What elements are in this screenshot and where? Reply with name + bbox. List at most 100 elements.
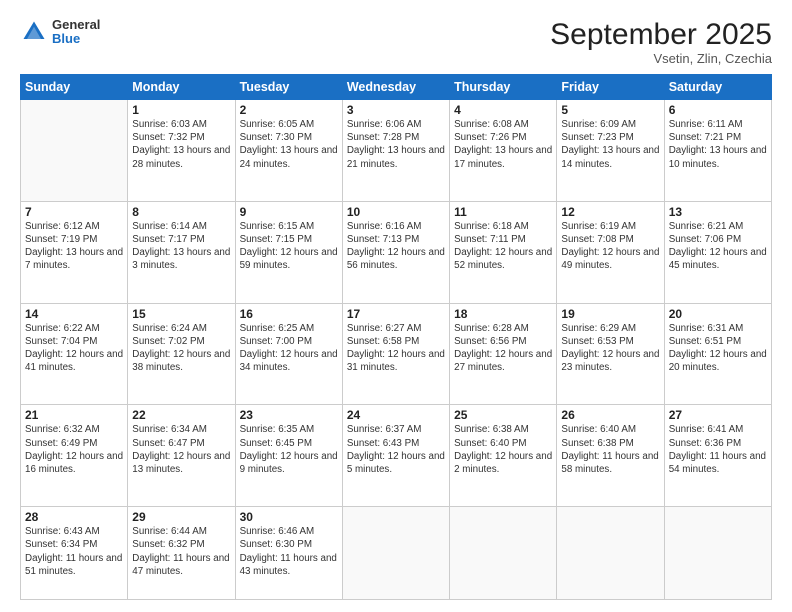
weekday-monday: Monday (128, 75, 235, 100)
weekday-sunday: Sunday (21, 75, 128, 100)
day-number: 10 (347, 205, 445, 219)
page: General Blue September 2025 Vsetin, Zlin… (0, 0, 792, 612)
calendar-cell: 24Sunrise: 6:37 AM Sunset: 6:43 PM Dayli… (342, 405, 449, 507)
day-info: Sunrise: 6:31 AM Sunset: 6:51 PM Dayligh… (669, 322, 767, 375)
day-number: 25 (454, 408, 552, 422)
day-number: 9 (240, 205, 338, 219)
day-number: 24 (347, 408, 445, 422)
calendar-cell: 27Sunrise: 6:41 AM Sunset: 6:36 PM Dayli… (664, 405, 771, 507)
calendar-cell: 14Sunrise: 6:22 AM Sunset: 7:04 PM Dayli… (21, 303, 128, 405)
calendar-cell: 11Sunrise: 6:18 AM Sunset: 7:11 PM Dayli… (450, 201, 557, 303)
weekday-thursday: Thursday (450, 75, 557, 100)
day-info: Sunrise: 6:21 AM Sunset: 7:06 PM Dayligh… (669, 220, 767, 273)
day-info: Sunrise: 6:27 AM Sunset: 6:58 PM Dayligh… (347, 322, 445, 375)
day-number: 28 (25, 510, 123, 524)
day-info: Sunrise: 6:12 AM Sunset: 7:19 PM Dayligh… (25, 220, 123, 273)
day-info: Sunrise: 6:24 AM Sunset: 7:02 PM Dayligh… (132, 322, 230, 375)
day-info: Sunrise: 6:46 AM Sunset: 6:30 PM Dayligh… (240, 525, 338, 578)
calendar-cell: 29Sunrise: 6:44 AM Sunset: 6:32 PM Dayli… (128, 507, 235, 600)
weekday-tuesday: Tuesday (235, 75, 342, 100)
day-number: 23 (240, 408, 338, 422)
day-info: Sunrise: 6:16 AM Sunset: 7:13 PM Dayligh… (347, 220, 445, 273)
day-info: Sunrise: 6:25 AM Sunset: 7:00 PM Dayligh… (240, 322, 338, 375)
day-number: 20 (669, 307, 767, 321)
calendar-cell: 22Sunrise: 6:34 AM Sunset: 6:47 PM Dayli… (128, 405, 235, 507)
day-number: 4 (454, 103, 552, 117)
calendar-cell: 1Sunrise: 6:03 AM Sunset: 7:32 PM Daylig… (128, 100, 235, 202)
calendar-cell: 21Sunrise: 6:32 AM Sunset: 6:49 PM Dayli… (21, 405, 128, 507)
weekday-wednesday: Wednesday (342, 75, 449, 100)
calendar-cell: 4Sunrise: 6:08 AM Sunset: 7:26 PM Daylig… (450, 100, 557, 202)
subtitle: Vsetin, Zlin, Czechia (550, 51, 772, 66)
day-info: Sunrise: 6:29 AM Sunset: 6:53 PM Dayligh… (561, 322, 659, 375)
week-row-3: 21Sunrise: 6:32 AM Sunset: 6:49 PM Dayli… (21, 405, 772, 507)
day-info: Sunrise: 6:37 AM Sunset: 6:43 PM Dayligh… (347, 423, 445, 476)
calendar-cell: 26Sunrise: 6:40 AM Sunset: 6:38 PM Dayli… (557, 405, 664, 507)
calendar-cell (557, 507, 664, 600)
day-number: 14 (25, 307, 123, 321)
calendar-cell: 8Sunrise: 6:14 AM Sunset: 7:17 PM Daylig… (128, 201, 235, 303)
calendar-cell: 18Sunrise: 6:28 AM Sunset: 6:56 PM Dayli… (450, 303, 557, 405)
day-info: Sunrise: 6:38 AM Sunset: 6:40 PM Dayligh… (454, 423, 552, 476)
day-number: 19 (561, 307, 659, 321)
logo-general: General (52, 18, 100, 32)
day-number: 8 (132, 205, 230, 219)
day-number: 3 (347, 103, 445, 117)
calendar-cell (450, 507, 557, 600)
day-info: Sunrise: 6:43 AM Sunset: 6:34 PM Dayligh… (25, 525, 123, 578)
calendar-cell (664, 507, 771, 600)
day-info: Sunrise: 6:28 AM Sunset: 6:56 PM Dayligh… (454, 322, 552, 375)
day-number: 30 (240, 510, 338, 524)
day-info: Sunrise: 6:35 AM Sunset: 6:45 PM Dayligh… (240, 423, 338, 476)
calendar-cell: 3Sunrise: 6:06 AM Sunset: 7:28 PM Daylig… (342, 100, 449, 202)
calendar-cell: 20Sunrise: 6:31 AM Sunset: 6:51 PM Dayli… (664, 303, 771, 405)
weekday-friday: Friday (557, 75, 664, 100)
calendar-cell: 2Sunrise: 6:05 AM Sunset: 7:30 PM Daylig… (235, 100, 342, 202)
day-number: 21 (25, 408, 123, 422)
day-number: 16 (240, 307, 338, 321)
day-info: Sunrise: 6:08 AM Sunset: 7:26 PM Dayligh… (454, 118, 552, 171)
day-number: 12 (561, 205, 659, 219)
day-info: Sunrise: 6:09 AM Sunset: 7:23 PM Dayligh… (561, 118, 659, 171)
day-number: 1 (132, 103, 230, 117)
calendar-cell: 28Sunrise: 6:43 AM Sunset: 6:34 PM Dayli… (21, 507, 128, 600)
day-info: Sunrise: 6:11 AM Sunset: 7:21 PM Dayligh… (669, 118, 767, 171)
calendar-cell (21, 100, 128, 202)
weekday-header-row: SundayMondayTuesdayWednesdayThursdayFrid… (21, 75, 772, 100)
logo-text: General Blue (52, 18, 100, 47)
day-info: Sunrise: 6:41 AM Sunset: 6:36 PM Dayligh… (669, 423, 767, 476)
calendar-cell: 30Sunrise: 6:46 AM Sunset: 6:30 PM Dayli… (235, 507, 342, 600)
day-info: Sunrise: 6:05 AM Sunset: 7:30 PM Dayligh… (240, 118, 338, 171)
day-info: Sunrise: 6:34 AM Sunset: 6:47 PM Dayligh… (132, 423, 230, 476)
calendar-cell: 19Sunrise: 6:29 AM Sunset: 6:53 PM Dayli… (557, 303, 664, 405)
day-info: Sunrise: 6:18 AM Sunset: 7:11 PM Dayligh… (454, 220, 552, 273)
day-number: 22 (132, 408, 230, 422)
calendar-cell: 23Sunrise: 6:35 AM Sunset: 6:45 PM Dayli… (235, 405, 342, 507)
day-info: Sunrise: 6:03 AM Sunset: 7:32 PM Dayligh… (132, 118, 230, 171)
day-number: 29 (132, 510, 230, 524)
day-info: Sunrise: 6:32 AM Sunset: 6:49 PM Dayligh… (25, 423, 123, 476)
day-info: Sunrise: 6:06 AM Sunset: 7:28 PM Dayligh… (347, 118, 445, 171)
day-info: Sunrise: 6:19 AM Sunset: 7:08 PM Dayligh… (561, 220, 659, 273)
calendar-cell (342, 507, 449, 600)
day-number: 7 (25, 205, 123, 219)
day-info: Sunrise: 6:14 AM Sunset: 7:17 PM Dayligh… (132, 220, 230, 273)
day-number: 18 (454, 307, 552, 321)
weekday-saturday: Saturday (664, 75, 771, 100)
logo-icon (20, 18, 48, 46)
day-number: 11 (454, 205, 552, 219)
calendar-cell: 16Sunrise: 6:25 AM Sunset: 7:00 PM Dayli… (235, 303, 342, 405)
day-number: 6 (669, 103, 767, 117)
week-row-0: 1Sunrise: 6:03 AM Sunset: 7:32 PM Daylig… (21, 100, 772, 202)
day-info: Sunrise: 6:44 AM Sunset: 6:32 PM Dayligh… (132, 525, 230, 578)
calendar-cell: 9Sunrise: 6:15 AM Sunset: 7:15 PM Daylig… (235, 201, 342, 303)
month-title: September 2025 (550, 18, 772, 51)
day-info: Sunrise: 6:15 AM Sunset: 7:15 PM Dayligh… (240, 220, 338, 273)
day-info: Sunrise: 6:40 AM Sunset: 6:38 PM Dayligh… (561, 423, 659, 476)
calendar-cell: 6Sunrise: 6:11 AM Sunset: 7:21 PM Daylig… (664, 100, 771, 202)
day-info: Sunrise: 6:22 AM Sunset: 7:04 PM Dayligh… (25, 322, 123, 375)
header: General Blue September 2025 Vsetin, Zlin… (20, 18, 772, 66)
week-row-1: 7Sunrise: 6:12 AM Sunset: 7:19 PM Daylig… (21, 201, 772, 303)
calendar-cell: 15Sunrise: 6:24 AM Sunset: 7:02 PM Dayli… (128, 303, 235, 405)
day-number: 2 (240, 103, 338, 117)
